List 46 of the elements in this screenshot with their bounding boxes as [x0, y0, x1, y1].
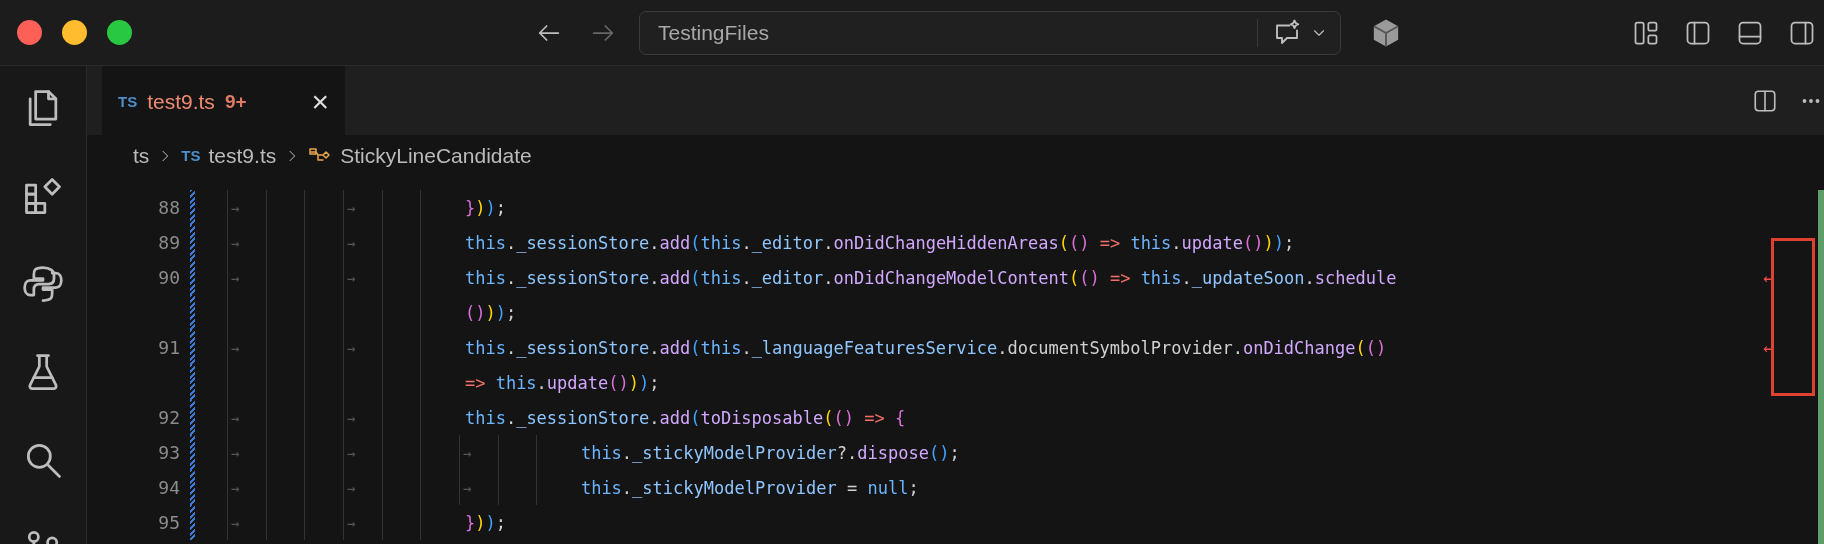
tab-marker: →: [346, 479, 356, 496]
zoom-window-button[interactable]: [107, 20, 132, 45]
line-number: 88: [157, 197, 180, 218]
tab-marker: →: [346, 199, 356, 216]
tab-marker: →: [346, 269, 356, 286]
tab-marker: →: [231, 234, 240, 251]
editor-tab[interactable]: TS test9.ts 9+ ×: [102, 66, 345, 135]
line-number: 95: [157, 512, 180, 533]
breadcrumb-item[interactable]: TS test9.ts: [181, 143, 277, 168]
tab-marker: →: [231, 514, 240, 531]
code-line: this._sessionStore.add(this._editor.onDidChangeHiddenAreas(() => this.update()));: [463, 232, 1295, 253]
tab-marker: →: [462, 479, 472, 496]
tab-marker: →: [462, 444, 472, 461]
tab-marker: →: [231, 444, 240, 461]
line-number: 92: [157, 407, 180, 428]
tab-marker: →: [231, 409, 240, 426]
tab-marker: →: [231, 269, 240, 286]
line-number: 90: [157, 267, 180, 288]
line-number: 94: [157, 477, 180, 498]
code-line: this._stickyModelProvider?.dispose();: [579, 442, 960, 463]
tab-marker: →: [346, 444, 356, 461]
line-number: 91: [157, 337, 180, 358]
close-window-button[interactable]: [17, 20, 42, 45]
code-line: this._sessionStore.add(toDisposable(() => {: [463, 407, 906, 428]
tab-marker: →: [346, 234, 356, 251]
code-line: ()));: [463, 302, 517, 323]
tab-marker: →: [231, 479, 240, 496]
code-line: }));: [463, 197, 506, 218]
tab-marker: →: [346, 514, 356, 531]
minimize-window-button[interactable]: [62, 20, 87, 45]
breadcrumb-item[interactable]: ts: [133, 143, 150, 168]
tab-marker: →: [231, 339, 240, 356]
breadcrumb-item[interactable]: StickyLineCandidate: [308, 143, 532, 168]
command-center-field[interactable]: TestingFiles: [639, 10, 1341, 55]
line-number: 89: [157, 232, 180, 253]
code-line: this._stickyModelProvider = null;: [579, 477, 919, 498]
tab-marker: →: [346, 339, 356, 356]
code-line: }));: [463, 512, 506, 533]
code-line: this._sessionStore.add(this._languageFeaturesService.documentSymbolProvider.onDidChange((): [463, 337, 1387, 358]
line-number: 93: [157, 442, 180, 463]
cube-logo-icon[interactable]: [1371, 17, 1401, 48]
code-line: => this.update()));: [463, 372, 660, 393]
tab-marker: →: [346, 409, 356, 426]
tab-marker: →: [231, 199, 240, 216]
split-editor-icon[interactable]: [1752, 87, 1778, 114]
code-line: this._sessionStore.add(this._editor.onDidChangeModelContent(() => this._updateSoon.schedule: [463, 267, 1397, 288]
